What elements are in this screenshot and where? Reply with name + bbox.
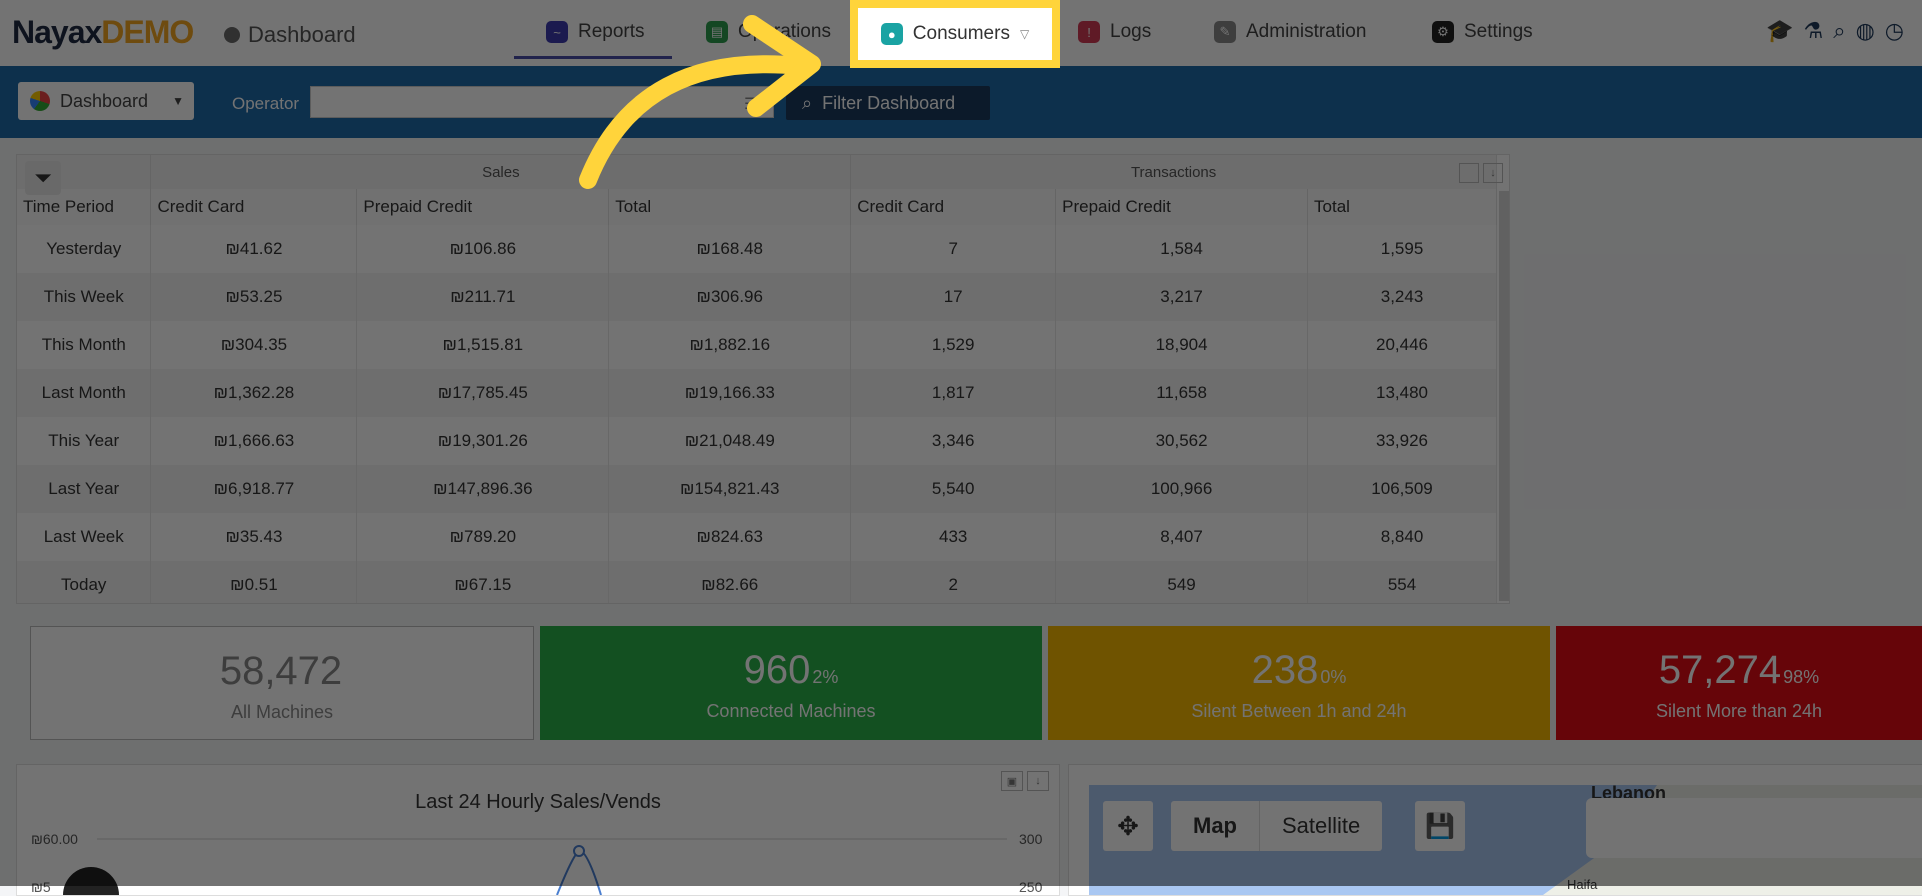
tutorial-arrow-icon — [579, 15, 821, 189]
